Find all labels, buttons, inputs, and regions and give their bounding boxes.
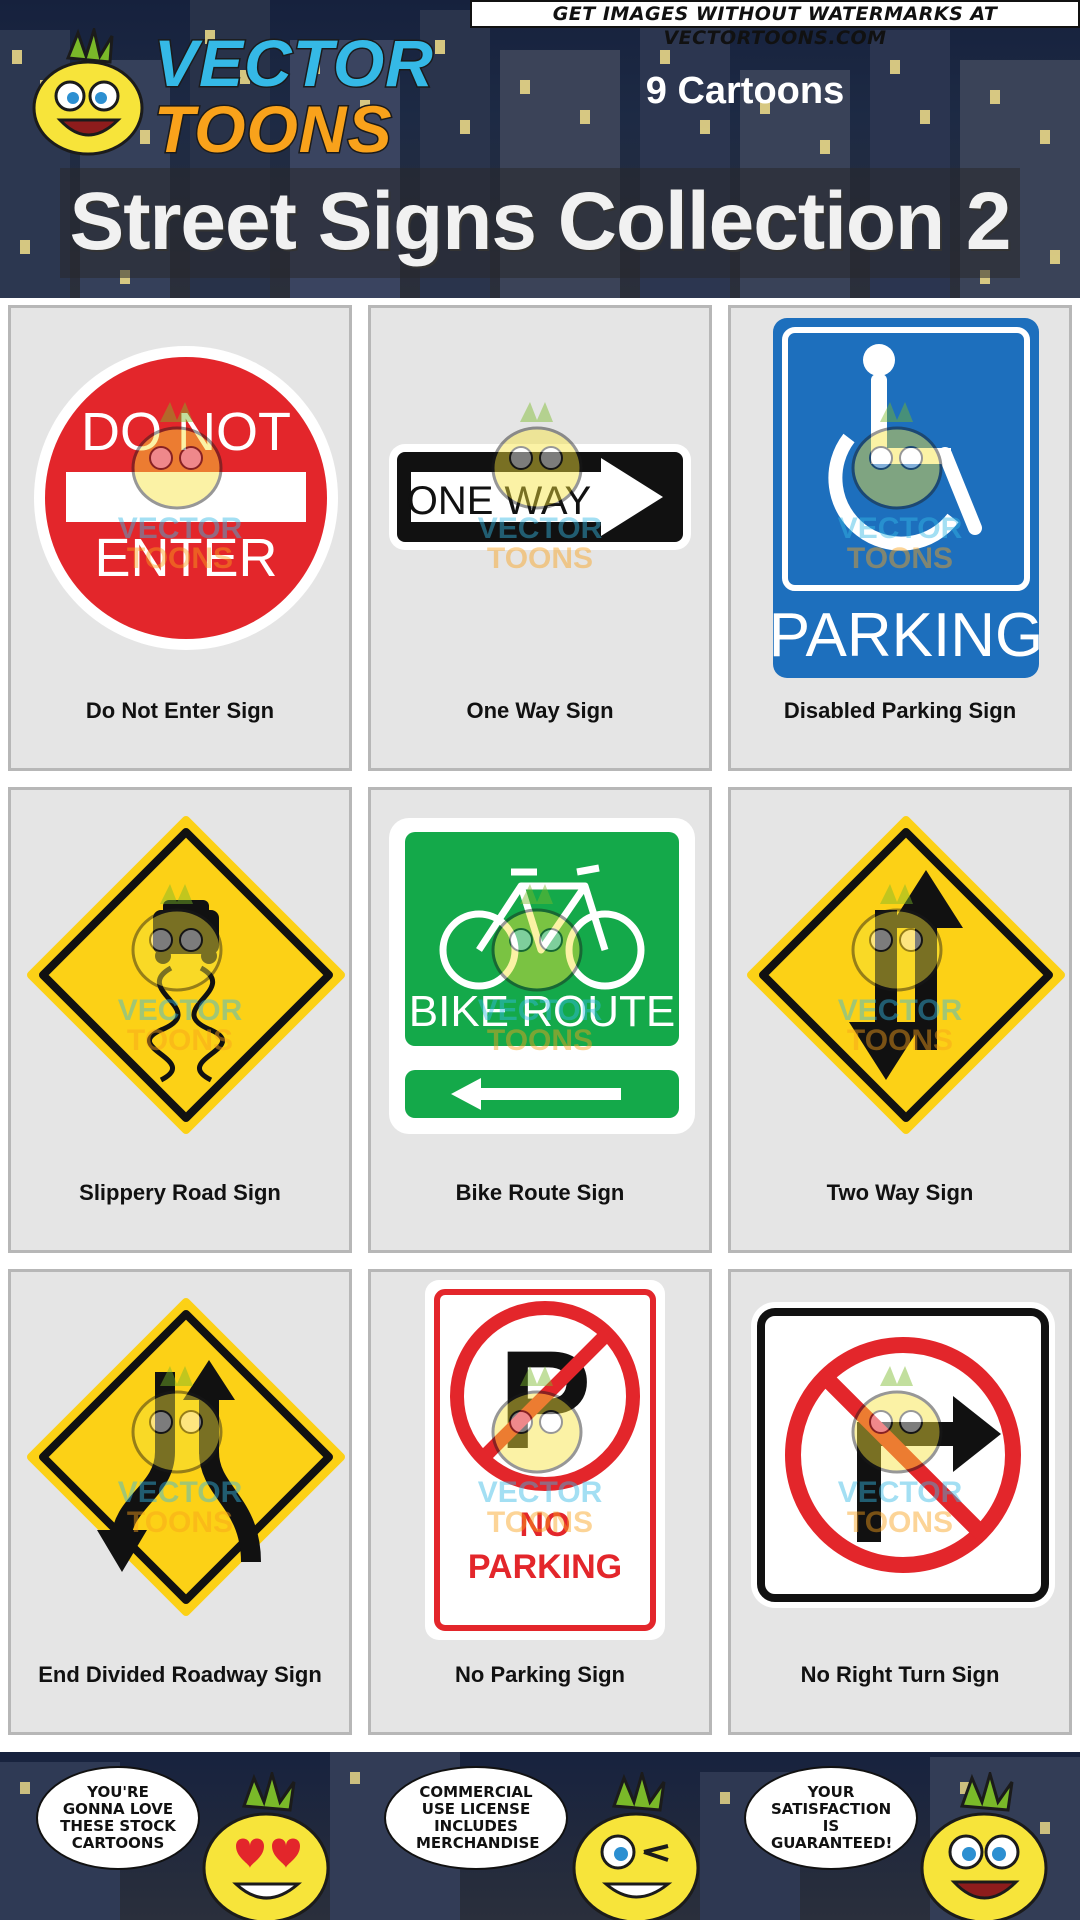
- card-label[interactable]: No Parking Sign: [371, 1662, 709, 1688]
- card-label[interactable]: Disabled Parking Sign: [731, 698, 1069, 724]
- vectortoons-watermark-icon: VECTOR TOONS: [838, 402, 963, 575]
- watermark-text-vector: VECTOR: [478, 994, 603, 1027]
- watermark-notice-banner: GET IMAGES WITHOUT WATERMARKS AT VECTORT…: [470, 0, 1080, 49]
- vectortoons-logo: VECTOR TOONS: [28, 28, 434, 164]
- header-banner: GET IMAGES WITHOUT WATERMARKS AT VECTORT…: [0, 0, 1080, 298]
- cartoon-count: 9 Cartoons: [645, 70, 845, 112]
- watermark-text-toons: TOONS: [127, 1024, 233, 1057]
- watermark-text-toons: TOONS: [127, 542, 233, 575]
- vectortoons-watermark-icon: VECTOR TOONS: [838, 1366, 963, 1539]
- card-label[interactable]: No Right Turn Sign: [731, 1662, 1069, 1688]
- pineapple-mascot-happy-icon: [920, 1772, 1048, 1920]
- cartoon-card-two-way[interactable]: VECTOR TOONS Two Way Sign: [728, 787, 1072, 1253]
- card-label[interactable]: Do Not Enter Sign: [11, 698, 349, 724]
- logo-word-toons: TOONS: [152, 92, 393, 166]
- vectortoons-watermark-icon: VECTOR TOONS: [478, 1366, 603, 1539]
- vectortoons-watermark-icon: VECTOR TOONS: [118, 884, 243, 1057]
- watermark-text-vector: VECTOR: [838, 994, 963, 1027]
- page-title: Street Signs Collection 2: [69, 176, 1012, 267]
- logo-word-vector: VECTOR: [153, 26, 435, 100]
- card-label[interactable]: End Divided Roadway Sign: [11, 1662, 349, 1688]
- vectortoons-watermark-icon: VECTOR TOONS: [118, 1366, 243, 1539]
- speech-bubble: COMMERCIAL USE LICENSE INCLUDES MERCHAND…: [384, 1766, 568, 1870]
- cartoon-card-no-right-turn[interactable]: VECTOR TOONS No Right Turn Sign: [728, 1269, 1072, 1735]
- card-label[interactable]: Slippery Road Sign: [11, 1180, 349, 1206]
- watermark-text-toons: TOONS: [487, 542, 593, 575]
- watermark-text-toons: TOONS: [847, 1506, 953, 1539]
- card-label[interactable]: One Way Sign: [371, 698, 709, 724]
- watermark-text-vector: VECTOR: [118, 994, 243, 1027]
- watermark-text-vector: VECTOR: [838, 512, 963, 545]
- cartoon-card-one-way[interactable]: ONE WAY VECTOR TOONS One Way Sign: [368, 305, 712, 771]
- watermark-text-toons: TOONS: [487, 1024, 593, 1057]
- vectortoons-watermark-icon: VECTOR TOONS: [478, 884, 603, 1057]
- sign-text-parking: PARKING: [468, 1548, 622, 1586]
- vectortoons-watermark-icon: VECTOR TOONS: [838, 884, 963, 1057]
- cartoon-card-disabled-parking[interactable]: PARKING VECTOR TOONS Disabled Parking Si…: [728, 305, 1072, 771]
- sign-text-parking: PARKING: [769, 601, 1043, 670]
- speech-bubble: YOU'RE GONNA LOVE THESE STOCK CARTOONS: [36, 1766, 200, 1870]
- vectortoons-watermark-icon: VECTOR TOONS: [118, 402, 243, 575]
- card-label[interactable]: Two Way Sign: [731, 1180, 1069, 1206]
- watermark-text-toons: TOONS: [487, 1506, 593, 1539]
- watermark-text-vector: VECTOR: [118, 1476, 243, 1509]
- cartoon-card-do-not-enter[interactable]: DO NOT ENTER VECTOR TOONS Do Not Enter S…: [8, 305, 352, 771]
- watermark-text-toons: TOONS: [847, 1024, 953, 1057]
- pineapple-mascot-wink-icon: [572, 1772, 700, 1920]
- vectortoons-watermark-icon: VECTOR TOONS: [478, 402, 603, 575]
- cartoon-card-slippery-road[interactable]: VECTOR TOONS Slippery Road Sign: [8, 787, 352, 1253]
- watermark-text-vector: VECTOR: [478, 1476, 603, 1509]
- speech-bubble: YOUR SATISFACTION IS GUARANTEED!: [744, 1766, 918, 1870]
- cartoon-card-bike-route[interactable]: BIKE ROUTE VECTOR TOONS Bike Route Sign: [368, 787, 712, 1253]
- watermark-text-toons: TOONS: [847, 542, 953, 575]
- watermark-text-vector: VECTOR: [838, 1476, 963, 1509]
- watermark-text-toons: TOONS: [127, 1506, 233, 1539]
- watermark-text-vector: VECTOR: [478, 512, 603, 545]
- watermark-text-vector: VECTOR: [118, 512, 243, 545]
- pineapple-mascot-heart-eyes-icon: [202, 1772, 330, 1920]
- cartoon-card-no-parking[interactable]: P NO PARKING VECTOR TOONS No Parking Sig…: [368, 1269, 712, 1735]
- cartoon-card-end-divided-roadway[interactable]: VECTOR TOONS End Divided Roadway Sign: [8, 1269, 352, 1735]
- footer-banner: YOU'RE GONNA LOVE THESE STOCK CARTOONS C…: [0, 1752, 1080, 1920]
- card-label[interactable]: Bike Route Sign: [371, 1180, 709, 1206]
- pineapple-mascot-icon: [32, 28, 144, 156]
